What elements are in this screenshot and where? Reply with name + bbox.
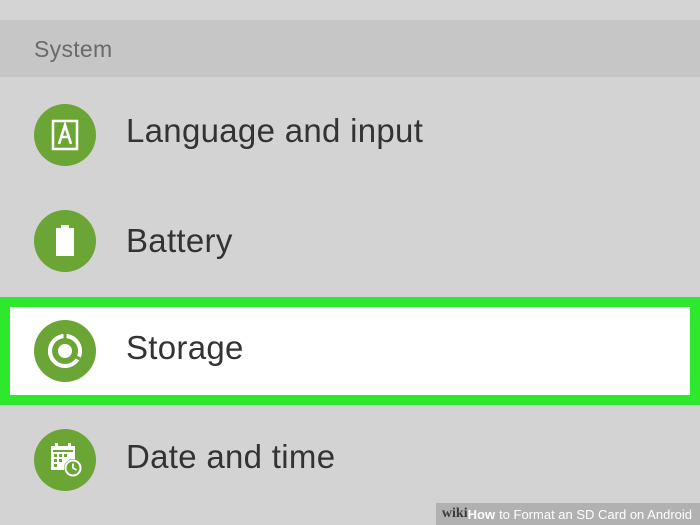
top-strip [0, 0, 700, 20]
calendar-clock-icon [34, 429, 96, 491]
watermark-title: to Format an SD Card on Android [499, 506, 692, 522]
settings-item-label: Language and input [126, 112, 424, 149]
settings-item-storage[interactable]: Storage [0, 297, 700, 405]
settings-item-language-and-input[interactable]: Language and input [0, 80, 700, 188]
settings-item-label: Storage [126, 329, 244, 366]
section-title: System [34, 36, 113, 62]
watermark-brand: wiki [441, 506, 468, 521]
settings-item-battery[interactable]: Battery [0, 188, 700, 296]
watermark: wiki How to Format an SD Card on Android [435, 503, 700, 525]
battery-icon [34, 210, 96, 272]
storage-icon [34, 320, 96, 382]
settings-item-date-and-time[interactable]: Date and time [0, 405, 700, 513]
watermark-how: How [467, 506, 496, 522]
settings-screen: System Language and input Battery Storag… [0, 0, 700, 525]
language-icon [34, 104, 96, 166]
settings-item-label: Battery [126, 222, 233, 259]
settings-item-label: Date and time [126, 438, 336, 475]
